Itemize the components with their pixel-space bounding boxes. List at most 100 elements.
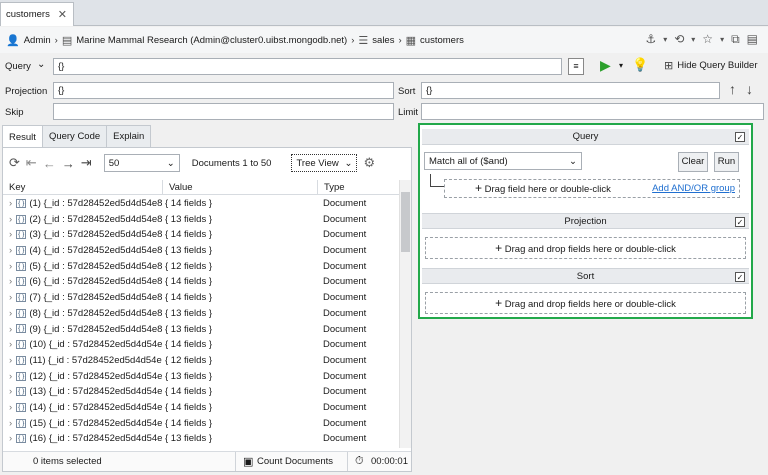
table-row[interactable]: › { } (11) {_id : 57d28452ed5d4d54e{ 12 fi… <box>3 353 399 369</box>
close-icon[interactable]: ✕ <box>58 8 67 21</box>
first-page-icon[interactable]: ⇤ <box>26 155 37 171</box>
tab-customers[interactable]: customers ✕ <box>0 2 74 26</box>
expand-chevron-icon[interactable]: › <box>9 214 12 225</box>
chevron-down-icon[interactable]: ▾ <box>619 61 623 70</box>
expand-chevron-icon[interactable]: › <box>9 198 12 209</box>
star-icon[interactable]: ☆ <box>702 32 713 47</box>
match-mode-select[interactable]: Match all of ($and) ⌄ <box>424 152 582 170</box>
arrow-down-icon[interactable]: ↓ <box>746 81 753 97</box>
sort-drop-zone[interactable]: + Drag and drop fields here or double-cl… <box>425 292 746 314</box>
row-type: Document <box>323 292 367 304</box>
table-row[interactable]: › { } (13) {_id : 57d28452ed5d4d54e{ 14 fi… <box>3 384 399 400</box>
count-documents-button[interactable]: Count Documents <box>257 456 333 467</box>
breadcrumb-collection[interactable]: customers <box>420 35 464 46</box>
expand-chevron-icon[interactable]: › <box>9 245 12 256</box>
table-row[interactable]: › { } (2) {_id : 57d28452ed5d4d54e8{ 13 fi… <box>3 212 399 228</box>
result-rows: ›{ } (1) {_id : 57d28452ed5d4d54e8{ 14 fi… <box>3 196 399 447</box>
expand-chevron-icon[interactable]: › <box>9 229 12 240</box>
query-input[interactable]: {} <box>53 58 562 75</box>
gear-icon[interactable]: ⚙ <box>363 155 375 171</box>
paste-icon[interactable]: ▤ <box>747 32 758 47</box>
query-enable-checkbox[interactable]: ✓ <box>735 132 745 142</box>
table-row[interactable]: › { } (15) {_id : 57d28452ed5d4d54e{ 14 fi… <box>3 416 399 432</box>
limit-input[interactable] <box>421 103 764 120</box>
query-history-chevron-icon[interactable]: ⌄ <box>37 59 45 70</box>
table-row[interactable]: › { } (4) {_id : 57d28452ed5d4d54e8{ 13 fi… <box>3 243 399 259</box>
last-page-icon[interactable]: ⇥ <box>81 155 92 171</box>
row-value: { 14 fields } <box>165 417 213 429</box>
query-drop-zone[interactable]: + Drag field here or double-click Add AN… <box>444 179 740 198</box>
expand-chevron-icon[interactable]: › <box>9 433 12 444</box>
chevron-down-icon: ⌄ <box>569 155 577 167</box>
history-icon[interactable]: ⟲ <box>674 32 684 47</box>
expand-chevron-icon[interactable]: › <box>9 339 12 350</box>
expand-chevron-icon[interactable]: › <box>9 355 12 366</box>
table-row[interactable]: › { } (8) {_id : 57d28452ed5d4d54e8{ 13 fi… <box>3 306 399 322</box>
projection-input[interactable]: {} <box>53 82 394 99</box>
expand-chevron-icon[interactable]: › <box>9 276 12 287</box>
projection-enable-checkbox[interactable]: ✓ <box>735 217 745 227</box>
row-type: Document <box>323 370 367 382</box>
database-icon: ☰ <box>358 34 369 47</box>
lightbulb-icon[interactable]: 💡 <box>632 57 648 73</box>
sort-enable-checkbox[interactable]: ✓ <box>735 272 745 282</box>
column-header-value[interactable]: Value <box>163 180 318 195</box>
clear-button[interactable]: Clear <box>678 152 708 172</box>
refresh-icon[interactable]: ⟳ <box>9 155 20 171</box>
row-type: Document <box>323 323 367 335</box>
table-row[interactable]: › { } (12) {_id : 57d28452ed5d4d54e{ 13 fi… <box>3 369 399 385</box>
breadcrumb-connection[interactable]: Marine Mammal Research (Admin@cluster0.u… <box>76 35 347 46</box>
table-row[interactable]: › { } (6) {_id : 57d28452ed5d4d54e8{ 14 fi… <box>3 274 399 290</box>
vertical-scrollbar[interactable] <box>399 180 411 448</box>
skip-input[interactable] <box>53 103 394 120</box>
scrollbar-thumb[interactable] <box>401 192 410 252</box>
add-and-or-group-link[interactable]: Add AND/OR group <box>652 180 735 197</box>
hide-query-builder-button[interactable]: ⊞ Hide Query Builder <box>664 59 757 72</box>
projection-drop-hint: Drag and drop fields here or double-clic… <box>504 244 676 255</box>
format-icon[interactable]: ≡ <box>568 58 584 75</box>
tab-result[interactable]: Result <box>2 125 43 148</box>
row-type: Document <box>323 229 367 241</box>
documents-range: Documents 1 to 50 <box>191 157 272 169</box>
expand-chevron-icon[interactable]: › <box>9 292 12 303</box>
expand-chevron-icon[interactable]: › <box>9 418 12 429</box>
next-page-icon[interactable]: → <box>62 156 75 171</box>
page-size-select[interactable]: 50 ⌄ <box>103 154 180 172</box>
chevron-down-icon[interactable]: ▾ <box>691 35 695 47</box>
table-row[interactable]: › { } (9) {_id : 57d28452ed5d4d54e8{ 13 fi… <box>3 322 399 338</box>
expand-chevron-icon[interactable]: › <box>9 402 12 413</box>
table-row[interactable]: › { } (7) {_id : 57d28452ed5d4d54e8{ 14 fi… <box>3 290 399 306</box>
breadcrumb-database[interactable]: sales <box>372 35 394 46</box>
arrow-up-icon[interactable]: ↑ <box>729 81 736 97</box>
projection-drop-zone[interactable]: + Drag and drop fields here or double-cl… <box>425 237 746 259</box>
chevron-right-icon: › <box>54 34 58 46</box>
chevron-down-icon[interactable]: ▾ <box>720 35 724 47</box>
tab-query-code[interactable]: Query Code <box>41 125 108 147</box>
column-header-type[interactable]: Type <box>318 180 399 195</box>
sort-input[interactable]: {} <box>421 82 720 99</box>
table-row[interactable]: › { } (10) {_id : 57d28452ed5d4d54e{ 14 fi… <box>3 337 399 353</box>
column-header-key[interactable]: Key <box>3 180 163 195</box>
anchor-icon[interactable]: ⚓ <box>645 32 656 47</box>
chevron-down-icon[interactable]: ▾ <box>663 35 667 47</box>
table-row[interactable]: › { } (3) {_id : 57d28452ed5d4d54e8{ 14 fi… <box>3 227 399 243</box>
expand-chevron-icon[interactable]: › <box>9 386 12 397</box>
tab-explain[interactable]: Explain <box>106 125 152 147</box>
table-row[interactable]: › { } (1) {_id : 57d28452ed5d4d54e8{ 14 fi… <box>3 196 399 212</box>
expand-chevron-icon[interactable]: › <box>9 371 12 382</box>
run-button[interactable]: Run <box>714 152 739 172</box>
expand-chevron-icon[interactable]: › <box>9 324 12 335</box>
match-mode-value: Match all of ($and) <box>429 155 508 167</box>
view-mode-select[interactable]: Tree View ⌄ <box>291 154 358 172</box>
previous-page-icon[interactable]: ← <box>43 156 56 171</box>
copy-icon[interactable]: ⧉ <box>731 32 740 47</box>
table-row[interactable]: › { } (14) {_id : 57d28452ed5d4d54e{ 14 fi… <box>3 400 399 416</box>
table-row[interactable]: › { } (16) {_id : 57d28452ed5d4d54e{ 13 fi… <box>3 431 399 447</box>
run-query-icon[interactable]: ▶ <box>600 57 611 74</box>
expand-chevron-icon[interactable]: › <box>9 261 12 272</box>
expand-chevron-icon[interactable]: › <box>9 308 12 319</box>
row-type: Document <box>323 417 367 429</box>
timer-icon: ⏱ <box>355 455 364 467</box>
breadcrumb-user[interactable]: Admin <box>24 35 51 46</box>
table-row[interactable]: › { } (5) {_id : 57d28452ed5d4d54e8{ 12 fi… <box>3 259 399 275</box>
